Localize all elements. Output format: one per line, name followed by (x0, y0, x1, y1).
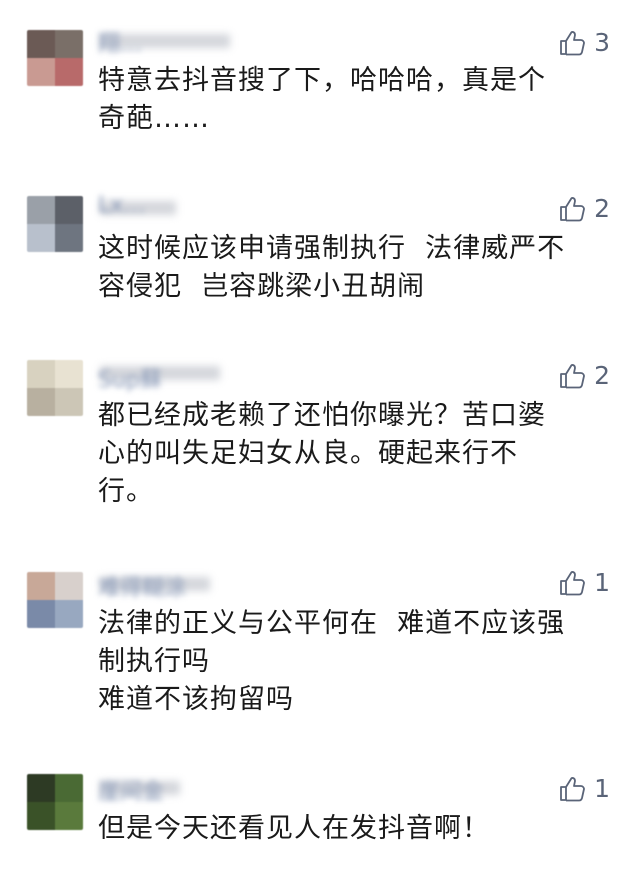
like-count: 2 (594, 194, 610, 223)
avatar[interactable] (27, 196, 83, 252)
comment-line: 难道不该拘留吗 (98, 684, 294, 715)
avatar[interactable] (27, 572, 83, 628)
like-button[interactable]: 1 (558, 568, 610, 597)
like-button[interactable]: 3 (558, 28, 610, 57)
thumbs-up-icon (558, 195, 586, 223)
comment-line: 行。 (98, 476, 154, 507)
thumbs-up-icon (558, 569, 586, 597)
avatar[interactable] (27, 774, 83, 830)
commenter-name[interactable]: 崖间金 (98, 774, 164, 806)
commenter-name[interactable]: Sup蘇 (98, 362, 162, 394)
comment-text: 都已经成老赖了还怕你曝光？苦口婆 心的叫失足妇女从良。硬起来行不 行。 (98, 397, 608, 511)
like-count: 2 (594, 361, 610, 390)
like-button[interactable]: 1 (558, 774, 610, 803)
comment-text: 特意去抖音搜了下，哈哈哈，真是个 奇葩…… (98, 62, 608, 138)
thumbs-up-icon (558, 775, 586, 803)
like-count: 1 (594, 774, 610, 803)
like-count: 3 (594, 28, 610, 57)
like-button[interactable]: 2 (558, 194, 610, 223)
comment-text: 法律的正义与公平何在 难道不应该强 制执行吗 难道不该拘留吗 (98, 605, 608, 719)
comment-line: 这时候应该申请强制执行 法律威严不 (98, 233, 566, 264)
like-button[interactable]: 2 (558, 361, 610, 390)
comment-text: 但是今天还看见人在发抖音啊！ (98, 810, 608, 848)
comment-line: 心的叫失足妇女从良。硬起来行不 (98, 438, 518, 469)
commenter-name[interactable]: 翔… (98, 26, 142, 58)
commenter-name[interactable]: Lx… (98, 193, 145, 218)
comment-line: 但是今天还看见人在发抖音啊！ (98, 813, 490, 844)
comment-line: 特意去抖音搜了下，哈哈哈，真是个 (98, 65, 546, 96)
comment-line: 制执行吗 (98, 646, 210, 677)
avatar[interactable] (27, 360, 83, 416)
thumbs-up-icon (558, 362, 586, 390)
thumbs-up-icon (558, 29, 586, 57)
comment-line: 容侵犯 岂容跳梁小丑胡闹 (98, 271, 426, 302)
comment-line: 法律的正义与公平何在 难道不应该强 (98, 608, 566, 639)
comment-text: 这时候应该申请强制执行 法律威严不 容侵犯 岂容跳梁小丑胡闹 (98, 230, 608, 306)
avatar[interactable] (27, 30, 83, 86)
comment-line: 都已经成老赖了还怕你曝光？苦口婆 (98, 400, 546, 431)
comment-line: 奇葩…… (98, 103, 210, 134)
like-count: 1 (594, 568, 610, 597)
commenter-name[interactable]: 难得糊涂 (98, 570, 186, 602)
